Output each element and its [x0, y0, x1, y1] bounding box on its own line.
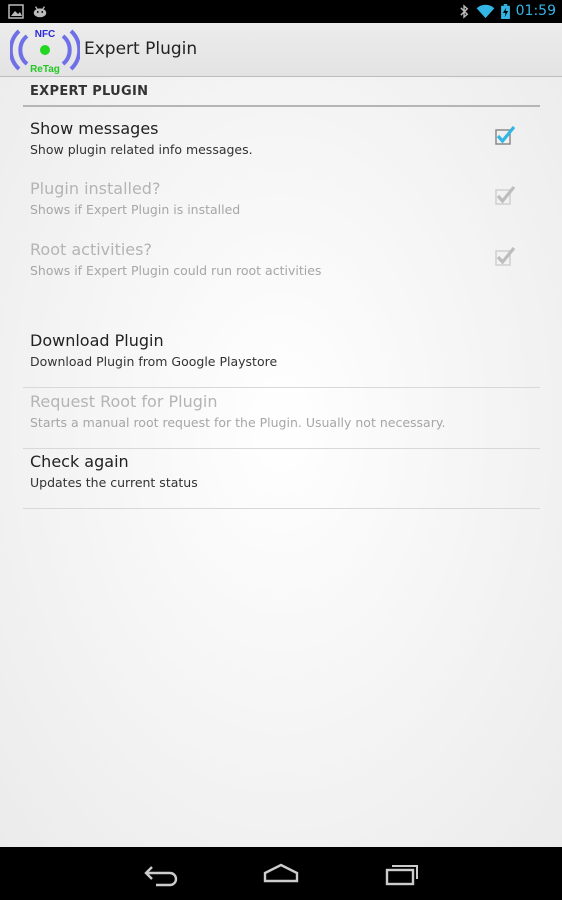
wifi-icon	[476, 4, 495, 19]
pref-summary: Show plugin related info messages.	[30, 142, 253, 157]
pref-download-plugin[interactable]: Download Plugin Download Plugin from Goo…	[23, 327, 540, 388]
home-icon[interactable]	[261, 861, 301, 887]
pref-title: Plugin installed?	[30, 179, 161, 198]
nfc-retag-app-icon[interactable]: NFC ReTag	[10, 25, 80, 75]
pref-summary: Starts a manual root request for the Plu…	[30, 415, 446, 430]
pref-title: Download Plugin	[30, 331, 164, 350]
status-clock: 01:59	[515, 3, 556, 19]
pref-root-activities: Root activities? Shows if Expert Plugin …	[23, 236, 540, 296]
pref-show-messages[interactable]: Show messages Show plugin related info m…	[23, 115, 540, 175]
pref-title: Root activities?	[30, 240, 152, 259]
root-activities-checkbox	[495, 246, 516, 266]
pref-title: Show messages	[30, 119, 159, 138]
battery-icon	[500, 4, 510, 19]
pref-summary: Shows if Expert Plugin could run root ac…	[30, 263, 322, 278]
pref-check-again[interactable]: Check again Updates the current status	[23, 448, 540, 509]
navigation-bar	[0, 847, 562, 900]
pref-summary: Shows if Expert Plugin is installed	[30, 202, 241, 217]
page-title: Expert Plugin	[84, 39, 198, 59]
bluetooth-icon	[459, 4, 468, 19]
preference-category: EXPERT PLUGIN	[23, 83, 540, 107]
pref-summary: Download Plugin from Google Playstore	[30, 354, 278, 369]
recents-icon[interactable]	[381, 861, 421, 887]
action-bar: NFC ReTag Expert Plugin	[0, 23, 562, 77]
app-icon-label-bottom: ReTag	[30, 64, 60, 75]
pref-request-root: Request Root for Plugin Starts a manual …	[23, 388, 540, 449]
image-notification-icon	[8, 4, 24, 19]
pref-title: Check again	[30, 452, 129, 471]
back-icon[interactable]	[142, 861, 182, 887]
show-messages-checkbox[interactable]	[494, 124, 516, 146]
category-label: EXPERT PLUGIN	[30, 84, 149, 99]
plugin-installed-checkbox	[495, 185, 516, 205]
app-icon-label-top: NFC	[35, 29, 56, 40]
status-bar: 01:59	[0, 0, 562, 23]
pref-plugin-installed: Plugin installed? Shows if Expert Plugin…	[23, 175, 540, 235]
preference-list: EXPERT PLUGIN Show messages Show plugin …	[0, 77, 562, 847]
pref-summary: Updates the current status	[30, 475, 198, 490]
pref-title: Request Root for Plugin	[30, 392, 218, 411]
android-notification-icon	[33, 6, 47, 18]
